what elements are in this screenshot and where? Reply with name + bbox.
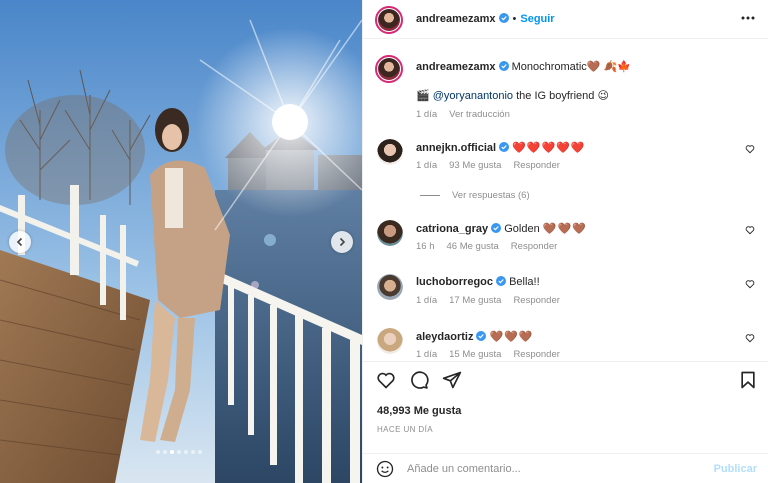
comment-username[interactable]: catriona_gray bbox=[416, 223, 488, 235]
like-heart-icon[interactable] bbox=[376, 370, 396, 390]
view-replies-label: Ver respuestas (6) bbox=[452, 190, 530, 201]
verified-badge-icon bbox=[498, 61, 509, 71]
carousel-dot bbox=[184, 450, 188, 454]
heart-outline-icon[interactable] bbox=[745, 144, 755, 154]
more-options-icon[interactable] bbox=[741, 13, 755, 23]
verified-badge-icon bbox=[498, 13, 509, 23]
comment-time: 1 día bbox=[416, 295, 438, 306]
verified-badge-icon bbox=[496, 276, 507, 286]
carousel-dot bbox=[163, 450, 167, 454]
caption-emojis: 🤎 🍂🍁 bbox=[586, 61, 631, 73]
share-paper-plane-icon[interactable] bbox=[442, 370, 462, 390]
post-timestamp: HACE UN DÍA bbox=[377, 425, 433, 434]
comment-username[interactable]: luchoborregoc bbox=[416, 276, 493, 288]
comment-username[interactable]: annejkn.official bbox=[416, 142, 496, 154]
replies-divider bbox=[420, 195, 440, 196]
comment-username[interactable]: aleydaortiz bbox=[416, 331, 473, 343]
carousel-next-button[interactable] bbox=[331, 231, 353, 253]
verified-badge-icon bbox=[491, 223, 502, 233]
heart-outline-icon[interactable] bbox=[745, 333, 755, 343]
view-replies-button[interactable]: Ver respuestas (6) bbox=[420, 190, 530, 201]
reply-button[interactable]: Responder bbox=[513, 160, 559, 171]
caption-author[interactable]: andreamezamx bbox=[416, 61, 496, 73]
emoji-smiley-icon[interactable] bbox=[376, 460, 394, 478]
post-photo[interactable] bbox=[0, 0, 362, 483]
post-details-pane: andreamezamx • Seguir andreamezamx Monochr… bbox=[362, 0, 768, 483]
comment-text: ❤️❤️❤️❤️❤️ bbox=[512, 142, 586, 154]
comment-avatar[interactable] bbox=[377, 328, 403, 354]
comment-bubble-icon[interactable] bbox=[409, 370, 429, 390]
comment-likes[interactable]: 46 Me gusta bbox=[447, 241, 499, 252]
comment-time: 1 día bbox=[416, 349, 438, 360]
comment-time: 1 día bbox=[416, 160, 438, 171]
heart-outline-icon[interactable] bbox=[745, 279, 755, 289]
comment-text: Bella!! bbox=[509, 276, 540, 288]
comment-likes[interactable]: 93 Me gusta bbox=[449, 160, 501, 171]
comment-likes[interactable]: 15 Me gusta bbox=[449, 349, 501, 360]
carousel-dot bbox=[156, 450, 160, 454]
reply-button[interactable]: Responder bbox=[513, 349, 559, 360]
caption-meta: 1 día Ver traducción bbox=[416, 109, 522, 120]
photo-scene bbox=[0, 0, 362, 483]
carousel-dot bbox=[170, 450, 174, 454]
comment-avatar[interactable] bbox=[377, 220, 403, 246]
comment-input[interactable] bbox=[407, 461, 697, 477]
chevron-right-icon bbox=[339, 237, 346, 247]
carousel-dot bbox=[177, 450, 181, 454]
save-bookmark-icon[interactable] bbox=[738, 370, 758, 390]
heart-outline-icon[interactable] bbox=[745, 225, 755, 235]
caption-mention-line: 🎬 @yoryanantonio the IG boyfriend 😉 bbox=[416, 89, 609, 102]
comment-composer: Publicar bbox=[363, 453, 768, 483]
post-header: andreamezamx • Seguir bbox=[363, 0, 768, 39]
author-username[interactable]: andreamezamx bbox=[416, 13, 496, 25]
verified-badge-icon bbox=[476, 331, 487, 341]
comment-avatar[interactable] bbox=[377, 139, 403, 165]
comment-text: Golden bbox=[504, 223, 540, 235]
comment-avatar[interactable] bbox=[377, 274, 403, 300]
carousel-prev-button[interactable] bbox=[9, 231, 31, 253]
likes-count[interactable]: 48,993 Me gusta bbox=[377, 405, 461, 417]
caption-author-avatar[interactable] bbox=[375, 55, 403, 83]
follow-button[interactable]: Seguir bbox=[520, 13, 554, 25]
chevron-left-icon bbox=[16, 237, 23, 247]
comment-text: 🤎🤎🤎 bbox=[489, 331, 534, 343]
mention-link[interactable]: @yoryanantonio bbox=[433, 90, 513, 102]
comment-item: aleydaortiz 🤎🤎🤎 1 día 15 Me gusta Responde… bbox=[377, 328, 768, 360]
caption-text: Monochromatic bbox=[511, 61, 587, 73]
carousel-indicator bbox=[156, 450, 202, 454]
comment-time: 16 h bbox=[416, 241, 435, 252]
carousel-dot bbox=[191, 450, 195, 454]
verified-badge-icon bbox=[499, 142, 510, 152]
publish-button[interactable]: Publicar bbox=[714, 463, 757, 475]
caption-time: 1 día bbox=[416, 109, 438, 120]
reply-button[interactable]: Responder bbox=[513, 295, 559, 306]
author-avatar[interactable] bbox=[375, 6, 403, 34]
reply-button[interactable]: Responder bbox=[511, 241, 557, 252]
post-actions: 48,993 Me gusta HACE UN DÍA bbox=[363, 361, 768, 453]
carousel-dot bbox=[198, 450, 202, 454]
comment-emojis: 🤎🤎🤎 bbox=[542, 223, 587, 235]
comment-likes[interactable]: 17 Me gusta bbox=[449, 295, 501, 306]
separator-dot: • bbox=[512, 13, 517, 25]
caption: andreamezamx Monochromatic🤎 🍂🍁 bbox=[416, 60, 631, 73]
wink-emoji: 😉 bbox=[597, 90, 609, 102]
mention-text: the IG boyfriend bbox=[513, 90, 595, 102]
clapper-emoji: 🎬 bbox=[416, 90, 430, 102]
translate-link[interactable]: Ver traducción bbox=[449, 109, 510, 120]
